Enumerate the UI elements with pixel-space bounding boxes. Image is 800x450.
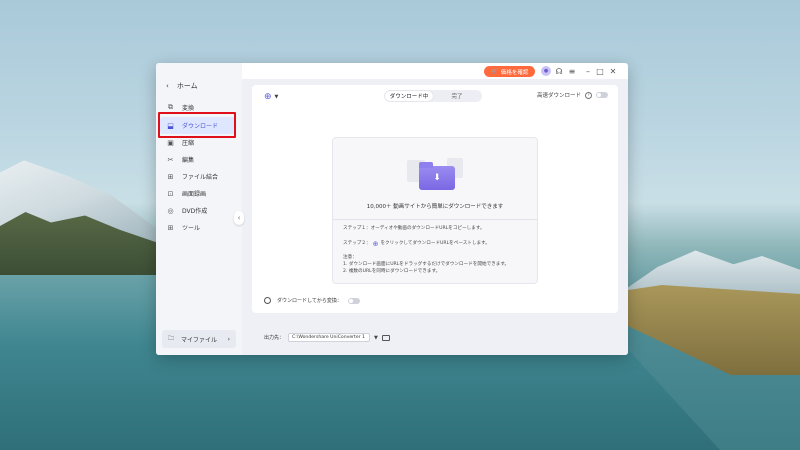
instructions-card: ⬇ 10,000＋ 動画サイトから簡単にダウンロードできます ステップ１：オーデ…	[332, 137, 538, 284]
help-icon[interactable]: ?	[585, 91, 592, 99]
tab-completed[interactable]: 完了	[433, 91, 481, 101]
my-files-label: マイファイル	[181, 336, 218, 344]
chevron-right-icon: ›	[227, 335, 230, 343]
download-folder-illustration: ⬇	[419, 162, 455, 190]
sidebar-item-download[interactable]: ⬓ ダウンロード	[160, 117, 236, 134]
step-1: ステップ１：オーディオや動画のダウンロードURLをコピーします。	[343, 226, 485, 231]
sidebar-item-label: 編集	[182, 157, 195, 164]
chevron-left-icon: ‹	[166, 82, 169, 90]
sidebar-item-compress[interactable]: ▣ 圧縮	[160, 134, 236, 151]
step-2-suffix: をクリックしてダウンロードURLをペーストします。	[380, 240, 490, 246]
title-bar: 🛒 価格を確認 ● ☊ ≡ – □ ✕	[242, 63, 628, 79]
add-download-button[interactable]: ⊕ ▼	[264, 92, 278, 102]
sidebar: ‹ ホーム ⧉ 変換 ⬓ ダウンロード ▣ 圧縮 ✂ 編集 ⊞ ファイル結合 ⊡…	[156, 63, 242, 355]
minimize-icon[interactable]: –	[583, 66, 593, 76]
output-location: 出力先： C:\Wondershare UniConverter 1 ▼	[264, 333, 390, 342]
compress-icon: ▣	[167, 138, 174, 147]
sidebar-item-label: ファイル結合	[182, 174, 219, 181]
chevron-down-icon: ▼	[274, 94, 279, 100]
chevron-down-icon[interactable]: ▼	[374, 335, 378, 341]
output-label: 出力先：	[264, 335, 285, 341]
maximize-icon[interactable]: □	[595, 66, 605, 76]
note-2: 2. 複数のURLを同時にダウンロードできます。	[343, 269, 441, 275]
avatar[interactable]: ●	[541, 66, 551, 76]
sidebar-item-label: 圧縮	[182, 140, 195, 147]
add-download-icon: ⊕	[264, 92, 272, 102]
sidebar-item-label: 画面録画	[182, 191, 207, 198]
high-speed-download: 高速ダウンロード ?	[537, 91, 608, 99]
sidebar-item-edit[interactable]: ✂ 編集	[160, 151, 236, 168]
step-2-prefix: ステップ２：	[343, 240, 371, 246]
sidebar-item-label: DVD作成	[182, 208, 208, 215]
download-arrow-icon: ⬇	[433, 173, 441, 183]
support-icon[interactable]: ☊	[554, 66, 564, 76]
sidebar-item-label: ツール	[182, 225, 201, 232]
open-folder-icon[interactable]	[381, 334, 390, 341]
step-2: ステップ２： ⊕ をクリックしてダウンロードURLをペーストします。	[343, 239, 529, 250]
high-speed-label: 高速ダウンロード	[536, 93, 581, 99]
collapse-sidebar-button[interactable]: ‹	[234, 211, 244, 225]
convert-after-download: ダウンロードしてから変換：	[264, 297, 360, 304]
output-path-field[interactable]: C:\Wondershare UniConverter 1	[288, 333, 371, 342]
card-title: 10,000＋ 動画サイトから簡単にダウンロードできます	[366, 204, 504, 210]
clock-icon	[264, 297, 271, 304]
home-link[interactable]: ‹ ホーム	[166, 81, 198, 91]
sidebar-item-merge[interactable]: ⊞ ファイル結合	[160, 168, 236, 185]
status-tabs: ダウンロード中 完了	[384, 90, 482, 102]
app-window: ‹ ホーム ⧉ 変換 ⬓ ダウンロード ▣ 圧縮 ✂ 編集 ⊞ ファイル結合 ⊡…	[156, 63, 628, 355]
convert-icon: ⧉	[168, 103, 173, 111]
sidebar-item-label: ダウンロード	[182, 123, 219, 130]
add-download-icon: ⊕	[372, 239, 379, 248]
home-label: ホーム	[176, 82, 198, 90]
download-panel: ⊕ ▼ ダウンロード中 完了 高速ダウンロード ? ⬇ 10,000＋ 動画サイ…	[252, 85, 618, 313]
sidebar-item-convert[interactable]: ⧉ 変換	[160, 99, 236, 116]
sidebar-item-record[interactable]: ⊡ 画面録画	[160, 185, 236, 202]
convert-after-label: ダウンロードしてから変換：	[277, 298, 342, 304]
card-illustration-area: ⬇ 10,000＋ 動画サイトから簡単にダウンロードできます	[333, 138, 537, 220]
convert-after-toggle[interactable]	[347, 297, 360, 304]
edit-icon: ✂	[167, 155, 174, 164]
check-price-button[interactable]: 🛒 価格を確認	[484, 66, 536, 77]
check-price-label: 価格を確認	[500, 69, 529, 76]
sidebar-item-label: 変換	[182, 105, 195, 112]
merge-icon: ⊞	[167, 172, 174, 181]
sidebar-item-tools[interactable]: ⊞ ツール	[160, 219, 236, 236]
dvd-icon: ◎	[167, 206, 174, 215]
tools-icon: ⊞	[167, 223, 174, 232]
my-files-button[interactable]: 🗀 マイファイル ›	[162, 330, 236, 348]
cart-icon: 🛒	[491, 68, 498, 75]
notes: 注意： 1. ダウンロード画面にURLをドラッグするだけでダウンロードを開始でき…	[343, 255, 529, 276]
record-icon: ⊡	[167, 189, 174, 198]
folder-icon: 🗀	[168, 335, 175, 342]
tab-downloading[interactable]: ダウンロード中	[385, 91, 433, 101]
instructions-text: ステップ１：オーディオや動画のダウンロードURLをコピーします。 ステップ２： …	[343, 226, 529, 276]
menu-icon[interactable]: ≡	[567, 66, 577, 76]
sidebar-item-dvd[interactable]: ◎ DVD作成	[160, 202, 236, 219]
high-speed-toggle[interactable]	[596, 92, 608, 98]
download-icon: ⬓	[167, 121, 174, 130]
background-forest	[0, 212, 170, 275]
close-icon[interactable]: ✕	[608, 66, 618, 76]
